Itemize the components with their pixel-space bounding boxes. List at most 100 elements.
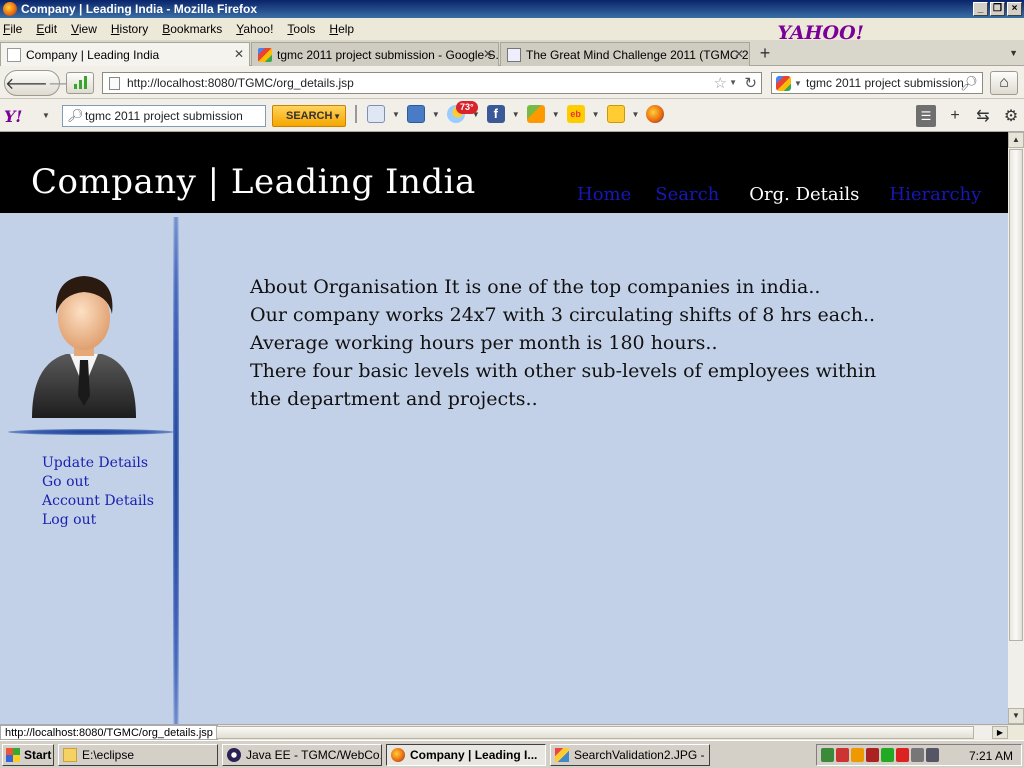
engine-dropdown-icon[interactable]: ▼ — [794, 79, 802, 88]
search-dropdown-icon[interactable]: ▼ — [333, 112, 341, 121]
history-dropdown-icon[interactable]: ▼ — [729, 78, 737, 87]
tab-company[interactable]: Company | Leading India ✕ — [0, 42, 250, 67]
dropdown-icon[interactable]: ▼ — [512, 110, 520, 119]
horizontal-scrollbar[interactable]: ▶ — [216, 726, 1008, 739]
menu-tools[interactable]: Tools — [287, 22, 315, 36]
bookmark-star-icon[interactable]: ☆ — [714, 74, 727, 92]
user-avatar-icon — [32, 276, 136, 418]
signal-bars-icon[interactable] — [66, 72, 94, 94]
list-icon[interactable]: ☰ — [916, 105, 936, 127]
tray-app-icon[interactable] — [911, 748, 924, 762]
menu-file[interactable]: File — [3, 22, 22, 36]
scroll-thumb[interactable] — [1009, 149, 1023, 641]
shopping-icon[interactable] — [606, 105, 625, 123]
nav-search[interactable]: Search — [655, 184, 719, 205]
menu-yahoo[interactable]: Yahoo! — [236, 22, 273, 36]
close-tab-icon[interactable]: ✕ — [734, 47, 744, 61]
content-line: Our company works 24x7 with 3 circulatin… — [250, 304, 876, 326]
start-button[interactable]: Start — [2, 744, 54, 766]
menu-help[interactable]: Help — [329, 22, 354, 36]
tray-app-icon[interactable] — [881, 748, 894, 762]
dropdown-icon[interactable]: ▼ — [392, 110, 400, 119]
menu-history[interactable]: History — [111, 22, 148, 36]
firefox-icon — [3, 2, 17, 16]
dropdown-icon[interactable]: ▼ — [432, 110, 440, 119]
menu-view[interactable]: View — [71, 22, 97, 36]
scroll-right-icon[interactable]: ▶ — [992, 726, 1008, 739]
nav-home[interactable]: Home — [577, 184, 631, 205]
finance-icon[interactable] — [526, 105, 545, 123]
search-icon[interactable]: 🔎︎ — [960, 75, 978, 92]
yahoo-search-input[interactable]: 🔎︎ tgmc 2011 project submission — [62, 105, 266, 127]
tray-app-icon[interactable] — [821, 748, 834, 762]
window-title: Company | Leading India - Mozilla Firefo… — [21, 2, 258, 16]
yahoo-menu-logo[interactable]: Y! — [4, 107, 22, 126]
gear-icon[interactable]: ⚙ — [1002, 106, 1020, 126]
taskbar-item-firefox[interactable]: Company | Leading I... — [386, 744, 546, 766]
taskbar-item-paint[interactable]: SearchValidation2.JPG - ... — [550, 744, 710, 766]
status-bar: http://localhost:8080/TGMC/org_details.j… — [0, 724, 1024, 740]
close-window-button[interactable]: × — [1007, 2, 1022, 16]
paint-icon — [555, 748, 569, 762]
log-out-link[interactable]: Log out — [42, 511, 154, 530]
url-bar[interactable]: http://localhost:8080/TGMC/org_details.j… — [102, 72, 762, 94]
tray-app-icon[interactable] — [896, 748, 909, 762]
dropdown-icon[interactable]: ▼ — [632, 110, 640, 119]
org-details-content: About Organisation It is one of the top … — [250, 273, 950, 413]
firefox-icon — [391, 748, 405, 762]
tray-app-icon[interactable] — [866, 748, 879, 762]
reload-icon[interactable]: ↻ — [744, 74, 757, 92]
search-text: tgmc 2011 project submission — [806, 76, 964, 90]
mail-icon[interactable] — [406, 105, 425, 123]
taskbar-item-label: Company | Leading I... — [410, 748, 538, 762]
minimize-button[interactable]: _ — [973, 2, 988, 16]
swap-arrows-icon[interactable]: ⇆ — [974, 106, 992, 126]
yahoo-search-button[interactable]: SEARCH ▼ — [272, 105, 346, 127]
taskbar-item-eclipse-folder[interactable]: E:\eclipse — [58, 744, 218, 766]
new-tab-button[interactable]: + — [754, 44, 776, 64]
close-tab-icon[interactable]: ✕ — [234, 47, 244, 61]
update-details-link[interactable]: Update Details — [42, 454, 154, 473]
clock[interactable]: 7:21 AM — [969, 749, 1013, 763]
tab-google-search[interactable]: tgmc 2011 project submission - Google S.… — [251, 42, 499, 66]
add-icon[interactable]: + — [946, 107, 964, 125]
tray-app-icon[interactable] — [836, 748, 849, 762]
taskbar-item-eclipse-ide[interactable]: Java EE - TGMC/WebCo... — [222, 744, 382, 766]
restore-button[interactable]: ❐ — [990, 2, 1005, 16]
home-icon[interactable]: ⌂ — [990, 71, 1018, 95]
yahoo-dropdown-icon[interactable]: ▼ — [42, 111, 50, 120]
tab-tgmc[interactable]: The Great Mind Challenge 2011 (TGMC 2...… — [500, 42, 750, 66]
account-details-link[interactable]: Account Details — [42, 492, 154, 511]
highlight-icon[interactable] — [352, 105, 360, 123]
site-header: Company | Leading India Home Search Org.… — [0, 132, 1008, 213]
eclipse-icon — [227, 748, 241, 762]
back-forward-buttons: 🡐 🡒 — [4, 70, 91, 96]
dropdown-icon[interactable]: ▼ — [592, 110, 600, 119]
url-text: http://localhost:8080/TGMC/org_details.j… — [127, 76, 354, 90]
horizontal-scroll-thumb[interactable] — [216, 726, 974, 739]
close-tab-icon[interactable]: ✕ — [483, 47, 493, 61]
scroll-down-icon[interactable]: ▼ — [1008, 708, 1024, 724]
notepad-icon[interactable] — [367, 105, 385, 123]
taskbar-item-label: E:\eclipse — [82, 748, 135, 762]
tab-list-chevron-icon[interactable]: ▼ — [1009, 48, 1018, 58]
google-icon[interactable] — [776, 76, 791, 91]
tray-app-icon[interactable] — [851, 748, 864, 762]
back-arrow-icon[interactable]: 🡐 — [5, 73, 48, 94]
firefox-icon[interactable] — [646, 105, 665, 123]
speaker-icon[interactable] — [926, 748, 939, 762]
vertical-scrollbar[interactable]: ▲ ▼ — [1008, 132, 1024, 724]
page-icon — [7, 48, 21, 62]
go-out-link[interactable]: Go out — [42, 473, 154, 492]
menu-bookmarks[interactable]: Bookmarks — [162, 22, 222, 36]
scroll-up-icon[interactable]: ▲ — [1008, 132, 1024, 148]
menu-edit[interactable]: Edit — [36, 22, 57, 36]
ebay-icon[interactable]: eb — [566, 105, 585, 123]
window-titlebar[interactable]: Company | Leading India - Mozilla Firefo… — [0, 0, 1024, 18]
status-link-text: http://localhost:8080/TGMC/org_details.j… — [0, 725, 218, 740]
nav-org-details[interactable]: Org. Details — [749, 184, 859, 205]
web-search-box[interactable]: ▼ tgmc 2011 project submission 🔎︎ — [771, 72, 983, 94]
facebook-icon[interactable]: f — [486, 105, 505, 123]
dropdown-icon[interactable]: ▼ — [552, 110, 560, 119]
nav-hierarchy[interactable]: Hierarchy — [889, 184, 981, 205]
